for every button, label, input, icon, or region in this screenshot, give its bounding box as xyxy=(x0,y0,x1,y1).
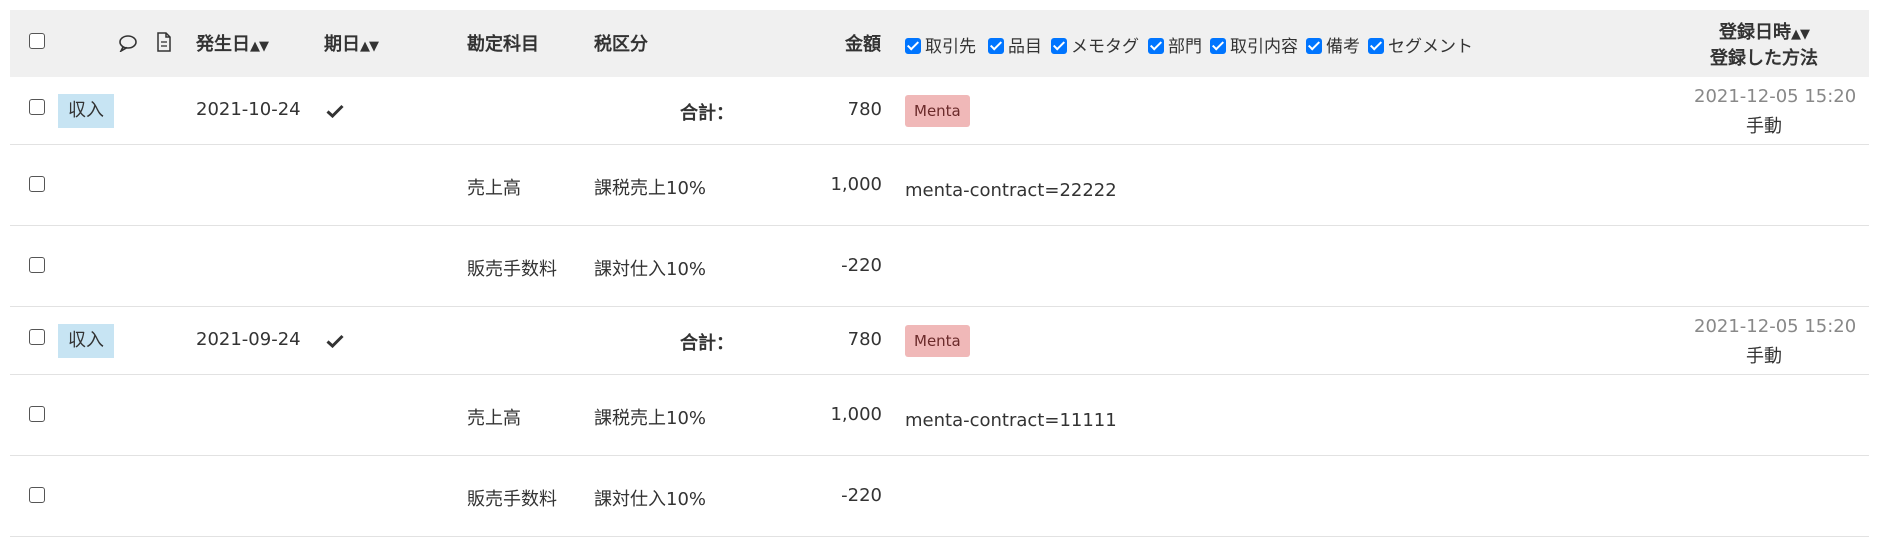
total-amount: 780 xyxy=(847,99,882,120)
line-amount: 1,000 xyxy=(830,404,882,425)
row-checkbox[interactable] xyxy=(29,487,45,503)
sort-arrows-icon[interactable]: ▲▼ xyxy=(360,39,379,54)
tax-header: 税区分 xyxy=(594,34,648,55)
income-badge: 収入 xyxy=(58,324,114,358)
column-option-item[interactable]: 品目 xyxy=(988,32,1042,57)
column-option-remarks[interactable]: 備考 xyxy=(1306,32,1360,57)
column-option-label: 備考 xyxy=(1326,37,1360,57)
column-option-label: 部門 xyxy=(1168,37,1202,57)
column-option-description[interactable]: 取引内容 xyxy=(1210,32,1298,57)
registered-at: 2021-12-05 15:20 xyxy=(1694,86,1857,107)
line-amount: -220 xyxy=(841,485,882,506)
column-option-checkbox[interactable] xyxy=(905,38,921,54)
registered-method: 手動 xyxy=(1746,346,1782,367)
row-checkbox[interactable] xyxy=(29,329,45,345)
tax-category: 課税売上10% xyxy=(594,408,707,429)
account-name: 販売手数料 xyxy=(467,489,557,510)
account-name: 売上高 xyxy=(467,408,521,429)
registered-at-header[interactable]: 登録日時▲▼ xyxy=(1694,18,1834,44)
column-option-checkbox[interactable] xyxy=(1148,38,1164,54)
column-option-checkbox[interactable] xyxy=(1368,38,1384,54)
column-option-client[interactable]: 取引先 xyxy=(905,32,976,57)
column-option-label: 品目 xyxy=(1008,37,1042,57)
table-row[interactable]: 売上高 課税売上10% 1,000 menta-contract=22222 xyxy=(10,145,1869,226)
check-icon xyxy=(326,103,344,122)
table-row[interactable]: 販売手数料 課対仕入10% -220 xyxy=(10,456,1869,537)
column-option-checkbox[interactable] xyxy=(988,38,1004,54)
amount-header: 金額 xyxy=(845,34,881,55)
table-row[interactable]: 収入 2021-09-24 合計： 780 Menta 2021-12-05 1… xyxy=(10,307,1869,375)
total-amount: 780 xyxy=(847,329,882,350)
column-option-label: メモタグ xyxy=(1071,37,1139,57)
table-header: 発生日▲▼ 期日▲▼ 勘定科目 税区分 金額 取引先 品目 メモタグ 部門 取引… xyxy=(10,10,1869,77)
due-date-header[interactable]: 期日▲▼ xyxy=(324,30,379,56)
sort-arrows-icon[interactable]: ▲▼ xyxy=(250,39,269,54)
column-option-label: 取引先 xyxy=(925,37,976,57)
issue-date: 2021-09-24 xyxy=(196,329,301,350)
row-checkbox[interactable] xyxy=(29,176,45,192)
income-badge: 収入 xyxy=(58,94,114,128)
issue-date: 2021-10-24 xyxy=(196,99,301,120)
comment-icon[interactable] xyxy=(118,34,138,56)
table-row[interactable]: 販売手数料 課対仕入10% -220 xyxy=(10,226,1869,307)
column-option-checkbox[interactable] xyxy=(1306,38,1322,54)
column-option-segment[interactable]: セグメント xyxy=(1368,32,1473,57)
tax-category: 課税売上10% xyxy=(594,178,707,199)
registered-method: 手動 xyxy=(1746,116,1782,137)
column-option-label: 取引内容 xyxy=(1230,37,1298,57)
line-memo: menta-contract=22222 xyxy=(905,180,1117,201)
table-row[interactable]: 売上高 課税売上10% 1,000 menta-contract=11111 xyxy=(10,375,1869,456)
row-checkbox[interactable] xyxy=(29,406,45,422)
due-date-label: 期日 xyxy=(324,34,360,55)
tax-category: 課対仕入10% xyxy=(594,259,707,280)
sort-arrows-icon[interactable]: ▲▼ xyxy=(1791,27,1810,42)
check-icon xyxy=(326,333,344,352)
column-option-label: セグメント xyxy=(1388,37,1473,57)
select-all-checkbox[interactable] xyxy=(29,33,45,49)
issue-date-header[interactable]: 発生日▲▼ xyxy=(196,30,269,56)
row-checkbox[interactable] xyxy=(29,257,45,273)
table-row[interactable]: 収入 2021-10-24 合計： 780 Menta 2021-12-05 1… xyxy=(10,77,1869,145)
account-name: 販売手数料 xyxy=(467,259,557,280)
registered-method-header: 登録した方法 xyxy=(1710,48,1818,69)
partner-tag[interactable]: Menta xyxy=(905,325,970,357)
tax-category: 課対仕入10% xyxy=(594,489,707,510)
row-checkbox[interactable] xyxy=(29,99,45,115)
column-option-checkbox[interactable] xyxy=(1210,38,1226,54)
line-memo: menta-contract=11111 xyxy=(905,410,1117,431)
column-option-department[interactable]: 部門 xyxy=(1148,32,1202,57)
registered-at: 2021-12-05 15:20 xyxy=(1694,316,1857,337)
total-label: 合計： xyxy=(680,333,734,354)
partner-tag[interactable]: Menta xyxy=(905,95,970,127)
transactions-table: 発生日▲▼ 期日▲▼ 勘定科目 税区分 金額 取引先 品目 メモタグ 部門 取引… xyxy=(10,10,1869,537)
line-amount: 1,000 xyxy=(830,174,882,195)
registered-at-label: 登録日時 xyxy=(1719,22,1791,43)
document-icon[interactable] xyxy=(156,32,172,56)
account-header: 勘定科目 xyxy=(467,34,539,55)
account-name: 売上高 xyxy=(467,178,521,199)
line-amount: -220 xyxy=(841,255,882,276)
issue-date-label: 発生日 xyxy=(196,34,250,55)
total-label: 合計： xyxy=(680,103,734,124)
column-option-memo-tag[interactable]: メモタグ xyxy=(1051,32,1139,57)
column-option-checkbox[interactable] xyxy=(1051,38,1067,54)
